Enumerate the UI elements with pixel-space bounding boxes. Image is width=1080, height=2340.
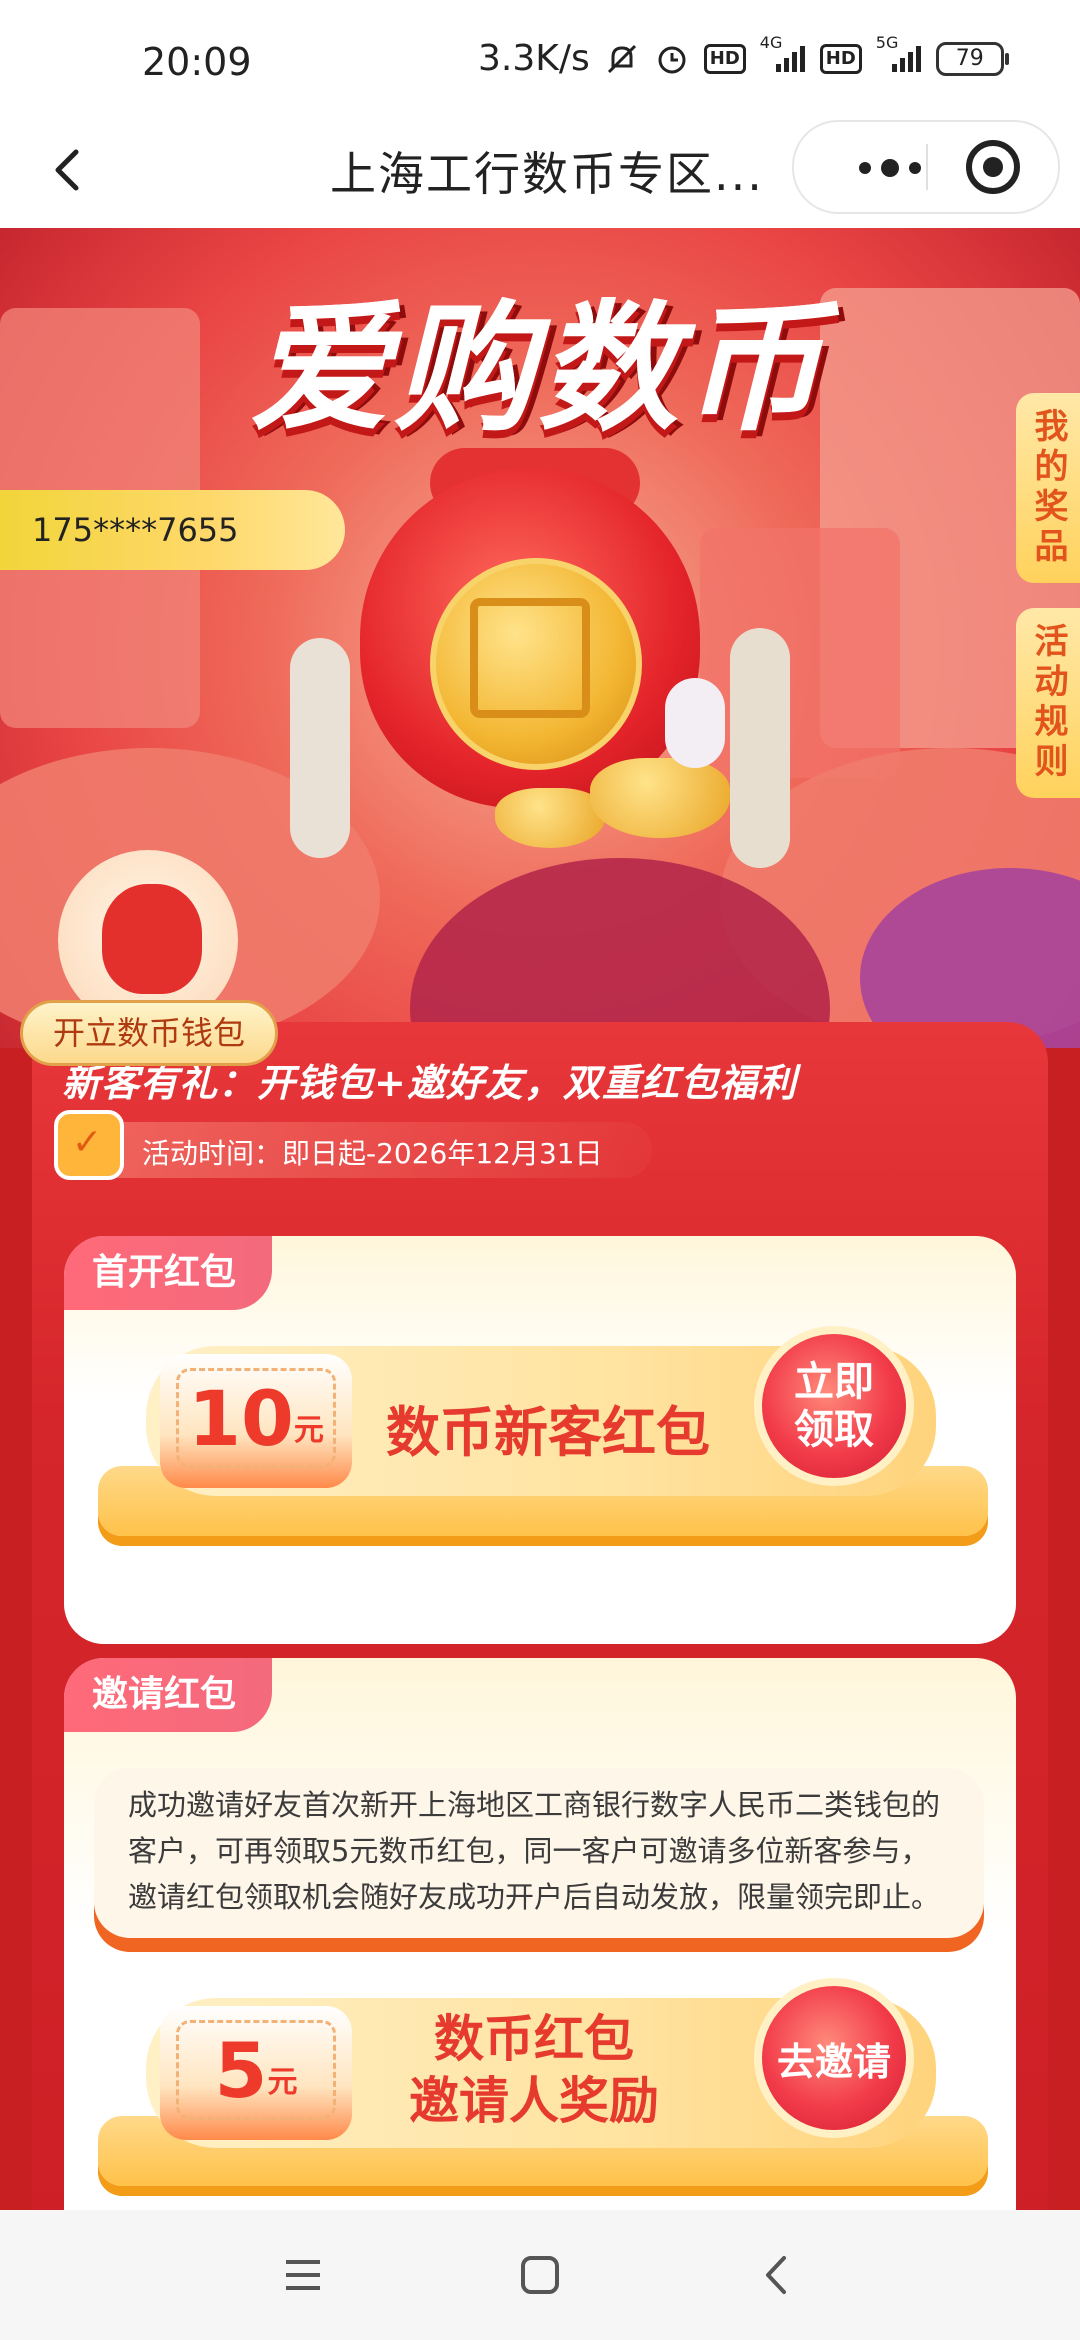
chevron-left-icon	[55, 149, 79, 191]
coupon-title: 数币新客红包	[386, 1401, 710, 1464]
status-bar: 20:09 3.3K/s HD 4G HD 5G 79	[0, 0, 1080, 120]
woman-shopper-illustration	[290, 638, 350, 858]
back-arrow-icon	[766, 2256, 786, 2294]
menu-button[interactable]	[278, 2250, 328, 2300]
battery-icon: 79	[935, 41, 1009, 76]
coupon-amount: 10	[188, 1374, 294, 1463]
capsule-menu	[792, 120, 1060, 214]
page-title: 上海工行数币专区...	[330, 147, 764, 201]
signal-4g-icon: 4G	[760, 33, 806, 77]
my-prizes-tab[interactable]: 我的奖品	[1016, 393, 1080, 583]
signal-5g-label: 5G	[875, 32, 899, 52]
coupon-amount-box: 5 元	[160, 2006, 352, 2140]
calendar-icon	[54, 1110, 124, 1180]
claim-now-button[interactable]: 立即 领取	[754, 1326, 914, 1486]
red-packet-icon	[102, 884, 202, 994]
claim-button-line2: 领取	[794, 1407, 874, 1453]
coupon-amount: 5	[214, 2026, 268, 2115]
coupon-title-line2: 邀请人奖励	[409, 2072, 659, 2130]
menu-icon	[286, 2260, 320, 2290]
gold-ingot-illustration	[495, 788, 605, 848]
capsule-divider	[926, 144, 928, 190]
home-button[interactable]	[515, 2250, 565, 2300]
coupon-amount-box: 10 元	[160, 1354, 352, 1488]
coupon-amount-frame: 5 元	[176, 2020, 336, 2120]
activity-rules-tab[interactable]: 活动规则	[1016, 608, 1080, 798]
dot-icon	[909, 162, 921, 174]
user-phone-badge: 175****7655	[0, 490, 345, 570]
hd-icon-2: HD	[819, 43, 862, 74]
back-button[interactable]	[40, 140, 100, 200]
close-miniprogram-button[interactable]	[966, 140, 1020, 194]
hd-icon: HD	[703, 43, 746, 74]
gold-ingot-illustration	[590, 758, 730, 838]
coupon-title-line1: 数币红包	[434, 2010, 634, 2068]
open-wallet-label: 开立数币钱包	[20, 1000, 278, 1066]
home-square-icon	[521, 2256, 559, 2294]
main-panel: 新客有礼：开钱包+邀好友，双重红包福利 活动时间：即日起-2026年12月31日…	[32, 1022, 1048, 2340]
status-icons: 3.3K/s HD 4G HD 5G 79	[478, 33, 1009, 79]
man-illustration	[730, 628, 790, 868]
first-open-tag: 首开红包	[64, 1236, 273, 1310]
coupon-unit: 元	[267, 2065, 298, 2100]
mute-icon	[604, 41, 640, 77]
first-open-card: 首开红包 10 元 数币新客红包 立即 领取	[64, 1236, 1016, 1644]
rabbit-illustration	[665, 678, 725, 768]
more-button[interactable]	[830, 148, 950, 188]
icbc-logo-icon	[470, 598, 590, 718]
coupon-title-block: 数币红包 邀请人奖励	[384, 2008, 684, 2132]
battery-level: 79	[955, 46, 984, 71]
dot-icon	[881, 159, 899, 177]
mini-program-nav: 上海工行数币专区...	[0, 120, 1080, 228]
coupon-unit: 元	[293, 1413, 324, 1448]
claim-button-line1: 立即	[794, 1359, 874, 1405]
alarm-icon	[654, 41, 690, 77]
dot-icon	[859, 162, 871, 174]
open-wallet-badge[interactable]: 开立数币钱包	[20, 850, 278, 1070]
coupon-amount-frame: 10 元	[176, 1368, 336, 1468]
system-back-button[interactable]	[752, 2250, 802, 2300]
invite-tag: 邀请红包	[64, 1658, 273, 1732]
invite-description: 成功邀请好友首次新开上海地区工商银行数字人民币二类钱包的客户，可再领取5元数币红…	[128, 1788, 941, 1914]
activity-time: 活动时间：即日起-2026年12月31日	[142, 1137, 603, 1170]
status-time: 20:09	[142, 40, 252, 84]
invite-description-box: 成功邀请好友首次新开上海地区工商银行数字人民币二类钱包的客户，可再领取5元数币红…	[94, 1768, 984, 1938]
net-speed: 3.3K/s	[478, 38, 590, 79]
signal-5g-icon: 5G	[876, 33, 922, 77]
invite-button[interactable]: 去邀请	[754, 1978, 914, 2138]
hero-title: 爱购数币	[250, 288, 827, 451]
system-navigation-bar	[0, 2210, 1080, 2340]
signal-4g-label: 4G	[759, 32, 783, 52]
